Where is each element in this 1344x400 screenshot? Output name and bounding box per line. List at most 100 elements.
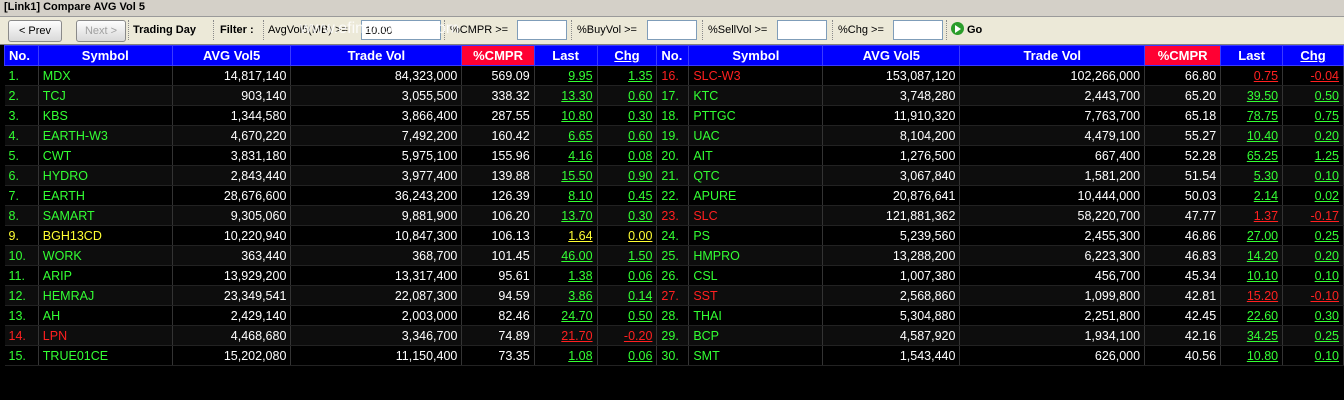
change-cell[interactable]: 0.30	[597, 205, 658, 226]
symbol-cell[interactable]: SLC-W3	[688, 65, 824, 86]
trading-day-label[interactable]: Trading Day	[133, 20, 196, 40]
symbol-cell[interactable]: WORK	[38, 245, 173, 266]
table-row[interactable]: 4. EARTH-W3 4,670,220 7,492,200 160.42 6.65 0.…	[4, 125, 1344, 146]
last-price-cell[interactable]: 39.50	[1220, 85, 1284, 106]
table-row[interactable]: 5. CWT 3,831,180 5,975,100 155.96 4.16 0.08 20.…	[4, 145, 1344, 166]
col-header-chg[interactable]: Chg	[596, 45, 658, 66]
last-price-cell[interactable]: 24.70	[534, 305, 598, 326]
change-cell[interactable]: 0.08	[597, 145, 658, 166]
symbol-cell[interactable]: PS	[688, 225, 824, 246]
symbol-cell[interactable]: CSL	[688, 265, 824, 286]
change-cell[interactable]: 0.60	[597, 125, 658, 146]
last-price-cell[interactable]: 14.20	[1220, 245, 1284, 266]
last-price-cell[interactable]: 13.30	[534, 85, 598, 106]
symbol-cell[interactable]: TRUE01CE	[38, 345, 173, 366]
last-price-cell[interactable]: 1.08	[534, 345, 598, 366]
last-price-cell[interactable]: 34.25	[1220, 325, 1284, 346]
col-header-avg-vol5[interactable]: AVG Vol5	[822, 45, 961, 66]
go-button[interactable]: Go	[951, 20, 982, 40]
symbol-cell[interactable]: EARTH	[38, 185, 173, 206]
change-cell[interactable]: 0.10	[1282, 345, 1344, 366]
buyvol-input[interactable]	[647, 20, 697, 40]
last-price-cell[interactable]: 8.10	[534, 185, 598, 206]
chg-input[interactable]	[893, 20, 943, 40]
change-cell[interactable]: 0.06	[597, 345, 658, 366]
symbol-cell[interactable]: UAC	[688, 125, 824, 146]
last-price-cell[interactable]: 22.60	[1220, 305, 1284, 326]
symbol-cell[interactable]: ARIP	[38, 265, 173, 286]
change-cell[interactable]: 0.10	[1282, 165, 1344, 186]
col-header-cmpr[interactable]: %CMPR	[461, 45, 535, 66]
table-row[interactable]: 2. TCJ 903,140 3,055,500 338.32 13.30 0.60 17. K…	[4, 85, 1344, 106]
col-header-last[interactable]: Last	[1220, 45, 1284, 66]
table-row[interactable]: 14. LPN 4,468,680 3,346,700 74.89 21.70 -0.20 2…	[4, 325, 1344, 346]
table-row[interactable]: 3. KBS 1,344,580 3,866,400 287.55 10.80 0.30 18…	[4, 105, 1344, 126]
col-header-cmpr[interactable]: %CMPR	[1144, 45, 1222, 66]
table-row[interactable]: 9. BGH13CD 10,220,940 10,847,300 106.13 1.64 0…	[4, 225, 1344, 246]
symbol-cell[interactable]: PTTGC	[688, 105, 824, 126]
table-row[interactable]: 11. ARIP 13,929,200 13,317,400 95.61 1.38 0.06…	[4, 265, 1344, 286]
last-price-cell[interactable]: 27.00	[1220, 225, 1284, 246]
change-cell[interactable]: -0.04	[1282, 65, 1344, 86]
col-header-symbol[interactable]: Symbol	[37, 45, 173, 66]
change-cell[interactable]: 0.06	[597, 265, 658, 286]
cmpr-input[interactable]	[517, 20, 567, 40]
last-price-cell[interactable]: 15.50	[534, 165, 598, 186]
change-cell[interactable]: 0.30	[597, 105, 658, 126]
last-price-cell[interactable]: 5.30	[1220, 165, 1284, 186]
symbol-cell[interactable]: AIT	[688, 145, 824, 166]
col-header-chg[interactable]: Chg	[1282, 45, 1344, 66]
table-row[interactable]: 1. MDX 14,817,140 84,323,000 569.09 9.95 1.35 1…	[4, 65, 1344, 86]
table-row[interactable]: 8. SAMART 9,305,060 9,881,900 106.20 13.70 0.3…	[4, 205, 1344, 226]
last-price-cell[interactable]: 10.80	[1220, 345, 1284, 366]
col-header-symbol[interactable]: Symbol	[688, 45, 824, 66]
last-price-cell[interactable]: 2.14	[1220, 185, 1284, 206]
symbol-cell[interactable]: SAMART	[38, 205, 173, 226]
last-price-cell[interactable]: 0.75	[1220, 65, 1284, 86]
symbol-cell[interactable]: QTC	[688, 165, 824, 186]
col-header-trade-vol[interactable]: Trade Vol	[290, 45, 463, 66]
table-row[interactable]: 15. TRUE01CE 15,202,080 11,150,400 73.35 1.08…	[4, 345, 1344, 366]
change-cell[interactable]: 0.20	[1282, 245, 1344, 266]
change-cell[interactable]: -0.10	[1282, 285, 1344, 306]
last-price-cell[interactable]: 4.16	[534, 145, 598, 166]
table-row[interactable]: 13. AH 2,429,140 2,003,000 82.46 24.70 0.50 28.…	[4, 305, 1344, 326]
change-cell[interactable]: 0.25	[1282, 225, 1344, 246]
last-price-cell[interactable]: 9.95	[534, 65, 598, 86]
last-price-cell[interactable]: 1.38	[534, 265, 598, 286]
change-cell[interactable]: 1.25	[1282, 145, 1344, 166]
symbol-cell[interactable]: BCP	[688, 325, 824, 346]
change-cell[interactable]: 0.45	[597, 185, 658, 206]
table-row[interactable]: 12. HEMRAJ 23,349,541 22,087,300 94.59 3.86 0.…	[4, 285, 1344, 306]
last-price-cell[interactable]: 15.20	[1220, 285, 1284, 306]
last-price-cell[interactable]: 10.40	[1220, 125, 1284, 146]
last-price-cell[interactable]: 1.64	[534, 225, 598, 246]
next-button[interactable]: Next >	[76, 20, 126, 42]
change-cell[interactable]: -0.17	[1282, 205, 1344, 226]
col-header-trade-vol[interactable]: Trade Vol	[959, 45, 1146, 66]
table-row[interactable]: 6. HYDRO 2,843,440 3,977,400 139.88 15.50 0.90…	[4, 165, 1344, 186]
symbol-cell[interactable]: MDX	[38, 65, 173, 86]
col-header-no[interactable]: No.	[656, 45, 690, 66]
change-cell[interactable]: 1.50	[597, 245, 658, 266]
change-cell[interactable]: 1.35	[597, 65, 658, 86]
last-price-cell[interactable]: 13.70	[534, 205, 598, 226]
prev-button[interactable]: < Prev	[8, 20, 62, 42]
symbol-cell[interactable]: HMPRO	[688, 245, 824, 266]
symbol-cell[interactable]: EARTH-W3	[38, 125, 173, 146]
symbol-cell[interactable]: SST	[688, 285, 824, 306]
last-price-cell[interactable]: 3.86	[534, 285, 598, 306]
col-header-last[interactable]: Last	[533, 45, 598, 66]
symbol-cell[interactable]: SMT	[688, 345, 824, 366]
symbol-cell[interactable]: TCJ	[38, 85, 173, 106]
change-cell[interactable]: 0.14	[597, 285, 658, 306]
symbol-cell[interactable]: KBS	[38, 105, 173, 126]
symbol-cell[interactable]: KTC	[688, 85, 824, 106]
table-row[interactable]: 7. EARTH 28,676,600 36,243,200 126.39 8.10 0.4…	[4, 185, 1344, 206]
change-cell[interactable]: 0.10	[1282, 265, 1344, 286]
last-price-cell[interactable]: 10.10	[1220, 265, 1284, 286]
sellvol-input[interactable]	[777, 20, 827, 40]
change-cell[interactable]: 0.50	[1282, 85, 1344, 106]
symbol-cell[interactable]: BGH13CD	[38, 225, 173, 246]
symbol-cell[interactable]: AH	[38, 305, 173, 326]
